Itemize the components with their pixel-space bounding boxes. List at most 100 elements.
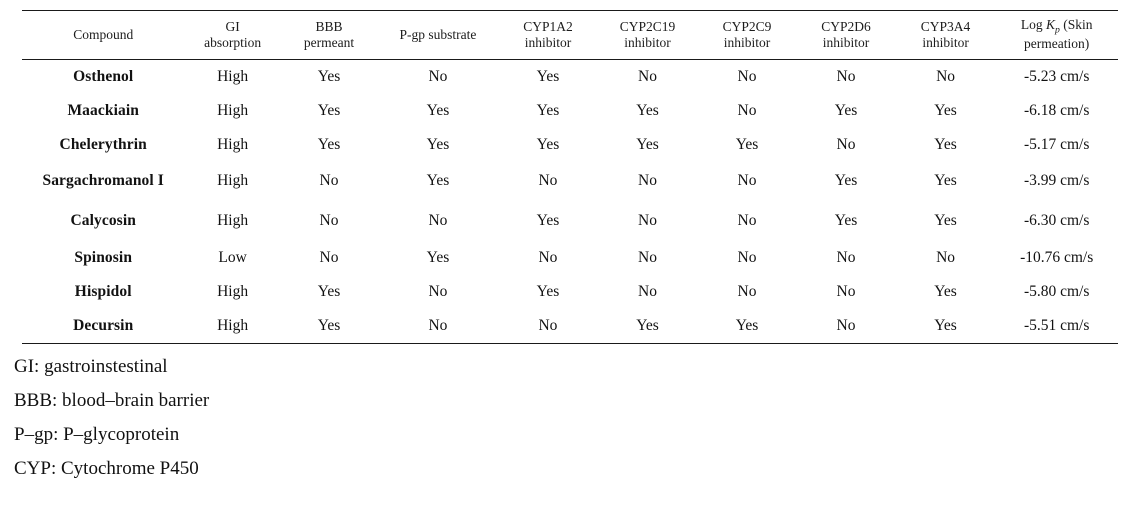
cell-cyp2c9-inhibitor: No: [737, 67, 757, 85]
cell-cyp2c9-inhibitor: No: [737, 101, 757, 119]
cell-pgp-substrate: No: [428, 67, 448, 85]
cell-gi-absorption: High: [217, 283, 249, 301]
cell-gi-absorption: High: [217, 101, 249, 119]
cell-cyp2c9-inhibitor: No: [737, 249, 757, 267]
column-header-cyp3a4-line2: inhibitor: [922, 34, 969, 50]
cell-cyp2d6-inhibitor: No: [836, 135, 856, 153]
column-header-bbb-permeant: BBB permeant: [280, 9, 378, 61]
cell-cyp1a2-inhibitor: Yes: [536, 67, 560, 85]
table-header: Compound GI absorption BBB permeant P-gp…: [22, 9, 1118, 61]
column-header-cyp1a2-line2: inhibitor: [524, 34, 572, 50]
cell-compound: Hispidol: [74, 283, 132, 301]
cell-pgp-substrate: No: [377, 309, 499, 344]
column-header-compound: Compound: [22, 9, 185, 61]
column-header-cyp2c9-line2: inhibitor: [723, 34, 771, 50]
cell-log-kp: -10.76 cm/s: [1020, 249, 1094, 267]
cell-gi-absorption: High: [217, 67, 249, 85]
cell-cyp3a4-inhibitor: Yes: [934, 172, 957, 190]
cell-cyp3a4-inhibitor: No: [936, 67, 956, 85]
cell-bbb-permeant: Yes: [317, 67, 341, 85]
cell-pgp-substrate: Yes: [426, 135, 450, 153]
cell-log-kp: -5.23 cm/s: [1023, 67, 1090, 85]
cell-gi-absorption: Low: [218, 249, 247, 267]
cell-bbb-permeant: No: [319, 172, 339, 190]
cell-cyp2d6-inhibitor: Yes: [834, 101, 858, 119]
column-header-cyp2c19-line2: inhibitor: [624, 34, 671, 50]
column-header-cyp1a2-line1: CYP1A2: [523, 18, 573, 34]
column-header-gi-absorption: GI absorption: [184, 9, 281, 61]
table-row: Hispidol High Yes No Yes No No No Yes -5…: [22, 275, 1118, 309]
cell-cyp1a2-inhibitor: Yes: [536, 135, 560, 153]
table-row: Spinosin Low No Yes No No No No No -10.7…: [22, 241, 1118, 275]
column-header-bbb-line2: permeant: [303, 34, 355, 50]
column-header-cyp2d6-line1: CYP2D6: [821, 18, 871, 34]
cell-cyp1a2-inhibitor: No: [538, 249, 558, 267]
cell-log-kp: -5.51 cm/s: [995, 309, 1118, 344]
footnote-gi: GI: gastroinstestinal: [14, 356, 168, 377]
logkp-italic-k: K: [1045, 17, 1055, 32]
table-row: Maackiain High Yes Yes Yes Yes No Yes Ye…: [22, 94, 1118, 128]
column-header-cyp2d6-inhibitor: CYP2D6 inhibitor: [796, 9, 896, 61]
table-row: Osthenol High Yes No Yes No No No No -5.…: [22, 60, 1118, 94]
table-page: Compound GI absorption BBB permeant P-gp…: [0, 0, 1136, 508]
cell-cyp1a2-inhibitor: No: [538, 172, 558, 190]
cell-cyp2c19-inhibitor: No: [638, 249, 657, 267]
table-row: Decursin High Yes No No Yes Yes No Yes -…: [22, 309, 1118, 344]
admet-properties-table: Compound GI absorption BBB permeant P-gp…: [22, 9, 1118, 344]
cell-log-kp: -3.99 cm/s: [1023, 172, 1090, 190]
admet-table-container: Compound GI absorption BBB permeant P-gp…: [22, 9, 1118, 344]
cell-cyp2c9-inhibitor: No: [737, 283, 757, 301]
cell-cyp3a4-inhibitor: Yes: [895, 309, 996, 344]
cell-cyp2c9-inhibitor: Yes: [697, 309, 797, 344]
cell-gi-absorption: High: [184, 309, 281, 344]
column-header-cyp2c19-line1: CYP2C19: [619, 18, 676, 34]
cell-compound: Decursin: [22, 309, 185, 344]
cell-bbb-permeant: No: [319, 212, 339, 230]
cell-cyp2c9-inhibitor: Yes: [735, 135, 759, 153]
column-header-cyp1a2-inhibitor: CYP1A2 inhibitor: [498, 9, 598, 61]
cell-cyp2c19-inhibitor: No: [638, 283, 657, 301]
cell-cyp2c19-inhibitor: No: [638, 67, 657, 85]
column-header-cyp2c9-inhibitor: CYP2C9 inhibitor: [697, 9, 797, 61]
cell-gi-absorption: High: [217, 212, 249, 230]
cell-cyp2d6-inhibitor: No: [836, 249, 856, 267]
column-header-gi-line2: absorption: [204, 34, 262, 50]
column-header-cyp3a4-line1: CYP3A4: [920, 18, 971, 34]
cell-cyp2c19-inhibitor: Yes: [636, 135, 659, 153]
cell-log-kp: -6.18 cm/s: [1023, 101, 1090, 119]
cell-bbb-permeant: Yes: [317, 135, 341, 153]
cell-pgp-substrate: No: [428, 283, 448, 301]
cell-gi-absorption: High: [217, 172, 249, 190]
cell-pgp-substrate: Yes: [426, 249, 450, 267]
table-footnotes: GI: gastroinstestinal BBB: blood–brain b…: [14, 350, 714, 486]
cell-compound: Osthenol: [73, 67, 134, 85]
cell-bbb-permeant: Yes: [280, 309, 378, 344]
cell-log-kp: -5.80 cm/s: [1023, 283, 1090, 301]
column-header-log-kp: Log Kp (Skin permeation): [995, 9, 1118, 61]
cell-cyp2d6-inhibitor: No: [836, 283, 856, 301]
column-header-bbb-line1: BBB: [315, 18, 343, 34]
cell-gi-absorption: High: [217, 135, 249, 153]
footnote-pgp: P–gp: P–glycoprotein: [14, 424, 180, 445]
cell-bbb-permeant: Yes: [317, 283, 341, 301]
cell-cyp1a2-inhibitor: Yes: [536, 283, 560, 301]
cell-cyp2c19-inhibitor: No: [638, 172, 657, 190]
cell-cyp3a4-inhibitor: Yes: [934, 283, 957, 301]
cell-cyp2c19-inhibitor: Yes: [597, 309, 698, 344]
table-body: Osthenol High Yes No Yes No No No No -5.…: [22, 60, 1118, 344]
column-header-gi-line1: GI: [225, 18, 240, 34]
table-header-row: Compound GI absorption BBB permeant P-gp…: [22, 9, 1118, 61]
column-header-logkp-line2: permeation): [1024, 36, 1090, 52]
cell-compound: Spinosin: [74, 249, 133, 267]
cell-cyp3a4-inhibitor: Yes: [934, 212, 957, 230]
cell-pgp-substrate: Yes: [426, 101, 450, 119]
cell-bbb-permeant: Yes: [317, 101, 341, 119]
cell-log-kp: -6.30 cm/s: [1023, 212, 1090, 230]
cell-cyp3a4-inhibitor: Yes: [934, 135, 957, 153]
logkp-suffix: (Skin: [1059, 17, 1093, 32]
cell-cyp1a2-inhibitor: Yes: [536, 101, 560, 119]
cell-cyp1a2-inhibitor: No: [498, 309, 598, 344]
cell-cyp2d6-inhibitor: Yes: [834, 212, 858, 230]
footnote-cyp: CYP: Cytochrome P450: [14, 458, 199, 479]
cell-cyp2c9-inhibitor: No: [737, 172, 757, 190]
